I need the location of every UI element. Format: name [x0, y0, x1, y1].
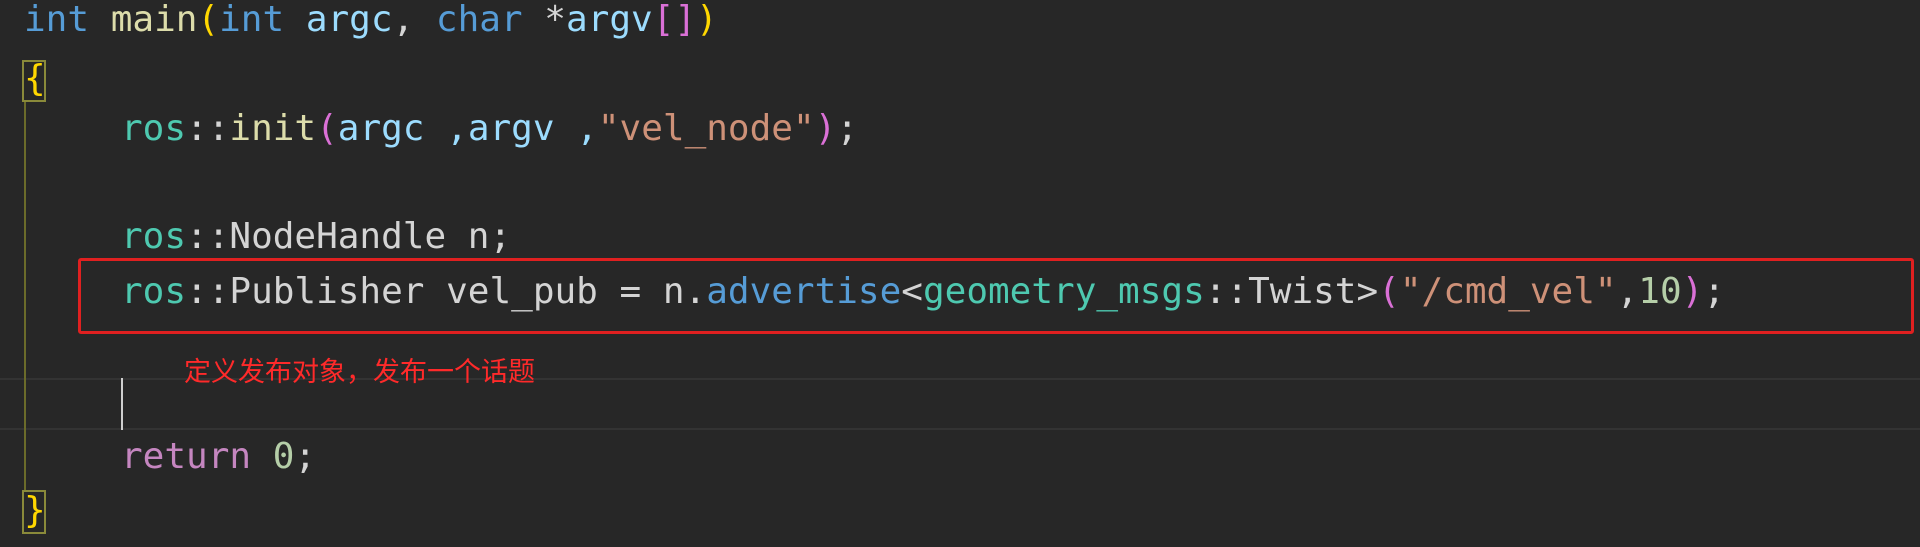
paren: ) [814, 108, 837, 149]
param-argv: argv [565, 0, 653, 40]
code-line-return[interactable]: return 0; [121, 430, 316, 484]
keyword-int: int [24, 0, 90, 40]
code-line-nodehandle[interactable]: ros::NodeHandle n; [121, 210, 511, 264]
scope-sep: :: [186, 108, 230, 149]
brace-match-box-open [22, 60, 46, 102]
annotation-text: 定义发布对象，发布一个话题 [184, 357, 535, 388]
brace-match-box-close [22, 490, 46, 534]
indent-guide [24, 100, 26, 490]
string-node-name: "vel_node" [597, 108, 815, 149]
param-argc: argc [305, 0, 393, 40]
nodehandle-decl: NodeHandle n; [229, 216, 512, 257]
pointer-star: * [544, 0, 566, 40]
paren: ) [696, 0, 718, 40]
scope-sep: :: [186, 216, 230, 257]
namespace-ros: ros [121, 108, 187, 149]
function-init: init [229, 108, 317, 149]
keyword-int: int [219, 0, 285, 40]
function-main: main [110, 0, 198, 40]
return-value: 0 [272, 436, 295, 477]
namespace-ros: ros [121, 216, 187, 257]
annotation-highlight-box [78, 258, 1914, 334]
code-line-main-signature[interactable]: int main(int argc, char *argv[]) [24, 0, 718, 47]
semicolon: ; [836, 108, 858, 149]
text-cursor [121, 378, 123, 430]
code-editor[interactable]: int main(int argc, char *argv[]) { ros::… [0, 0, 1920, 547]
comma: , [392, 0, 415, 40]
paren: ( [197, 0, 220, 40]
code-line-ros-init[interactable]: ros::init(argc ,argv ,"vel_node"); [121, 102, 858, 156]
semicolon: ; [294, 436, 317, 477]
paren: ( [316, 108, 338, 149]
brackets: [] [652, 0, 697, 40]
keyword-char: char [435, 0, 523, 40]
keyword-return: return [121, 436, 252, 477]
init-args: argc ,argv , [337, 108, 598, 149]
